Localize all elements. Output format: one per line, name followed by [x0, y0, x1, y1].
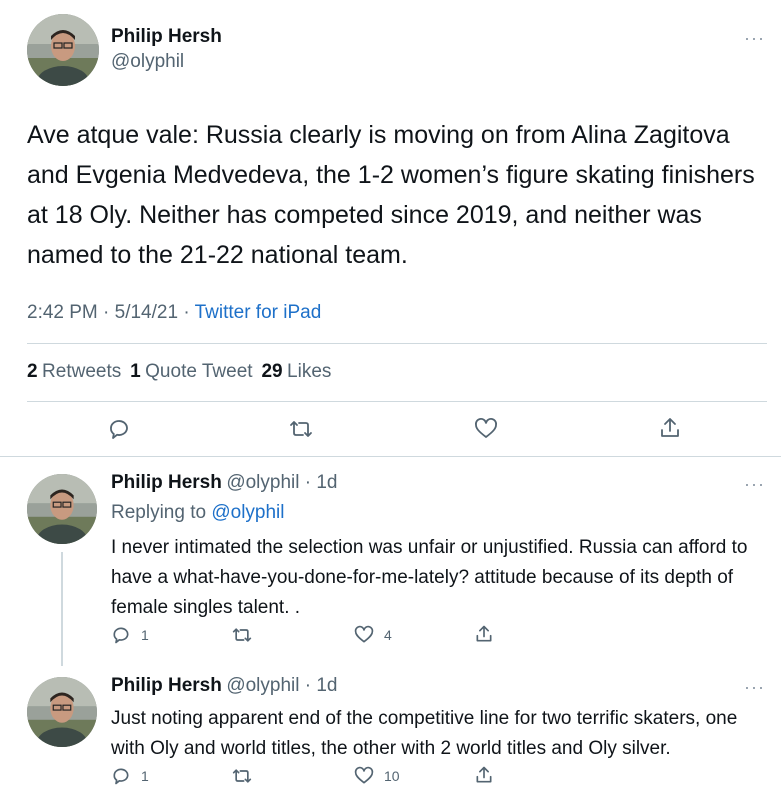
author-name[interactable]: Philip Hersh — [111, 675, 222, 696]
replying-to-label: Replying to — [111, 502, 212, 523]
tweet-timestamp-row: 2:42 PM · 5/14/21 · Twitter for iPad — [27, 302, 321, 324]
replying-to-handle[interactable]: @olyphil — [211, 502, 284, 523]
more-options-icon[interactable]: ··· — [744, 474, 765, 495]
divider — [27, 401, 767, 402]
avatar[interactable] — [27, 14, 99, 86]
likes-label: Likes — [287, 361, 332, 382]
retweet-icon[interactable] — [231, 766, 253, 786]
section-divider — [0, 456, 781, 457]
reply-icon[interactable] — [107, 417, 131, 441]
reply-icon[interactable] — [111, 625, 131, 645]
reply-icon[interactable] — [111, 766, 131, 786]
divider — [27, 343, 767, 344]
engagement-stats: 2 Retweets 1 Quote Tweet 29 Likes — [27, 361, 331, 383]
author-handle[interactable]: @olyphil · 1d — [226, 472, 337, 493]
likes-count: 29 — [261, 361, 283, 382]
tweet-text: Ave atque vale: Russia clearly is moving… — [27, 121, 755, 269]
avatar[interactable] — [27, 474, 97, 544]
quote-tweets-label: Quote Tweet — [145, 361, 253, 382]
reply-header: Philip Hersh @olyphil · 1d — [111, 675, 337, 697]
like-count: 4 — [384, 627, 392, 643]
replying-to: Replying to @olyphil — [111, 502, 285, 524]
retweets-stat[interactable]: 2 Retweets — [27, 361, 122, 382]
author-name[interactable]: Philip Hersh — [111, 472, 222, 493]
more-options-icon[interactable]: ··· — [744, 677, 765, 698]
author-handle[interactable]: @olyphil · 1d — [226, 675, 337, 696]
retweets-label: Retweets — [42, 361, 122, 382]
share-icon[interactable] — [474, 624, 494, 644]
retweet-icon[interactable] — [288, 417, 314, 441]
like-count: 10 — [384, 768, 400, 784]
tweet-source-link[interactable]: Twitter for iPad — [195, 302, 322, 323]
like-icon[interactable] — [354, 766, 374, 786]
author-handle[interactable]: @olyphil — [111, 51, 184, 73]
reply-count: 1 — [141, 627, 149, 643]
reply-text: I never intimated the selection was unfa… — [111, 537, 748, 618]
thread-line — [61, 552, 63, 666]
quote-tweets-stat[interactable]: 1 Quote Tweet — [130, 361, 253, 382]
share-icon[interactable] — [658, 416, 682, 440]
quote-tweets-count: 1 — [130, 361, 141, 382]
likes-stat[interactable]: 29 Likes — [261, 361, 332, 382]
reply-header: Philip Hersh @olyphil · 1d — [111, 472, 337, 494]
like-icon[interactable] — [354, 625, 374, 645]
reply-count: 1 — [141, 768, 149, 784]
author-name[interactable]: Philip Hersh — [111, 26, 222, 48]
share-icon[interactable] — [474, 765, 494, 785]
tweet-timestamp[interactable]: 2:42 PM · 5/14/21 · — [27, 302, 195, 323]
like-icon[interactable] — [474, 417, 498, 441]
avatar[interactable] — [27, 677, 97, 747]
retweet-icon[interactable] — [231, 625, 253, 645]
reply-text: Just noting apparent end of the competit… — [111, 708, 738, 759]
retweets-count: 2 — [27, 361, 38, 382]
more-options-icon[interactable]: ··· — [744, 28, 765, 49]
